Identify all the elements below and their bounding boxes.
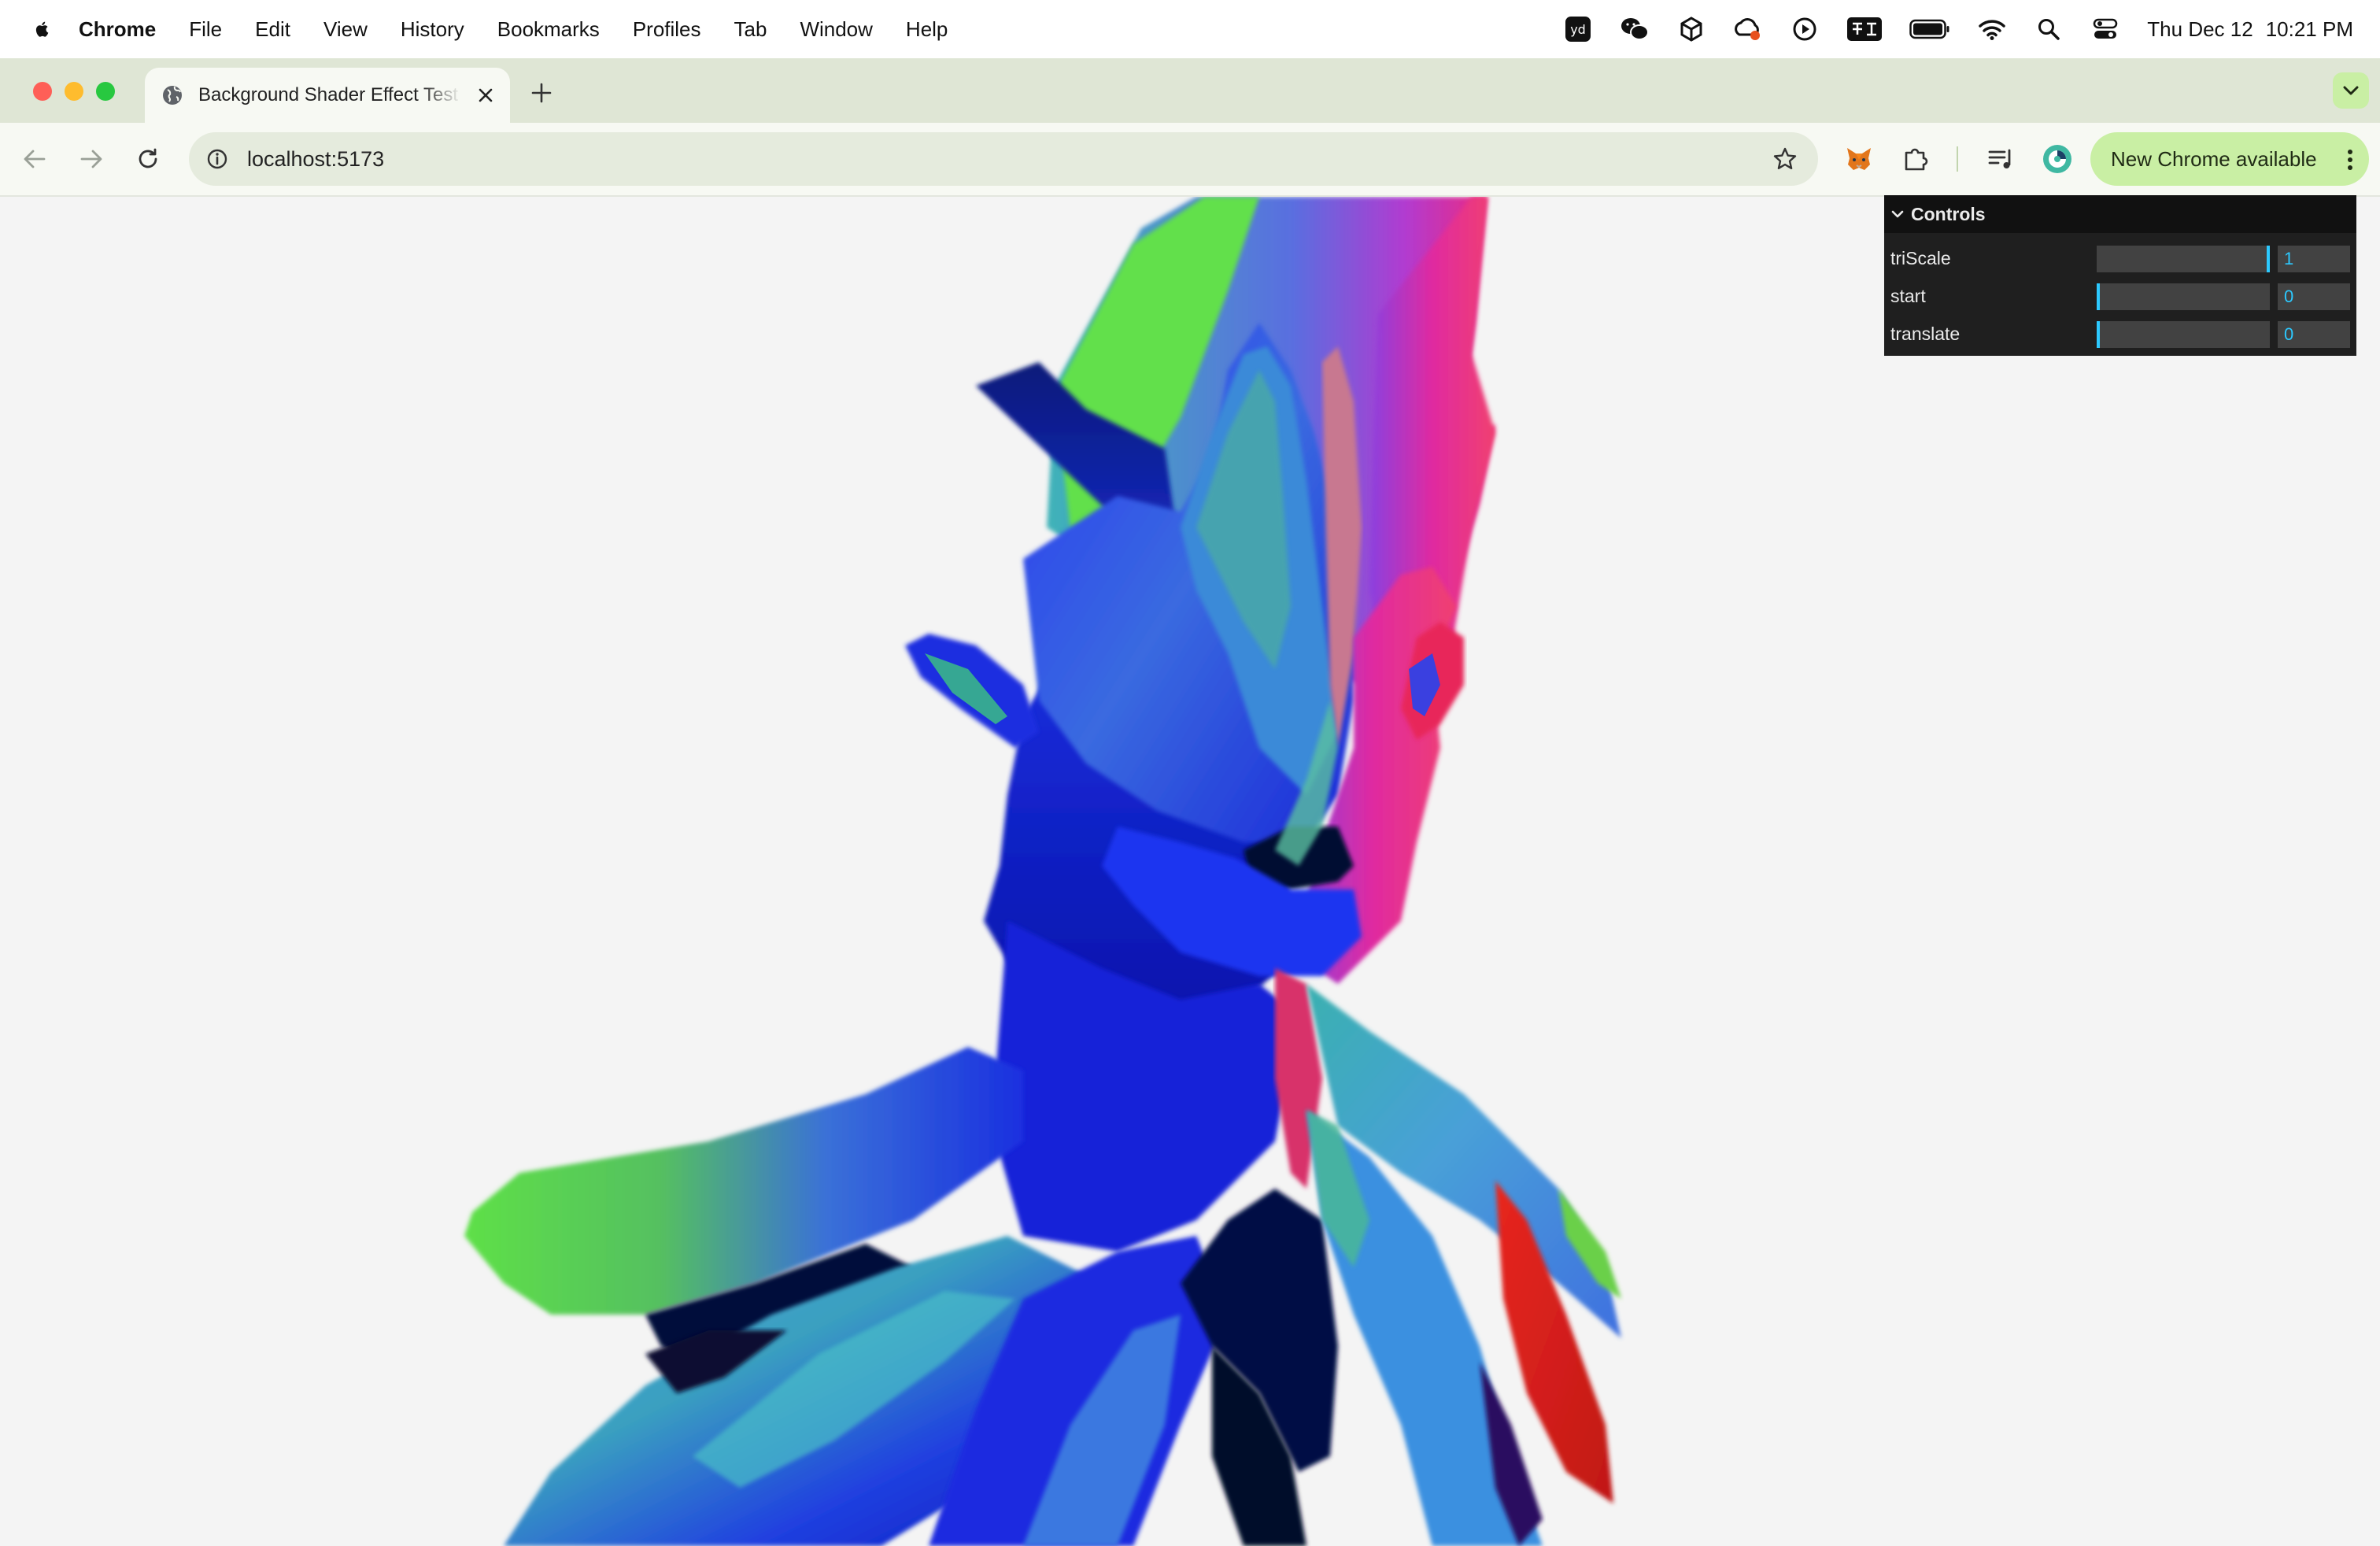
battery-icon[interactable] (1909, 14, 1950, 44)
metamask-fox-icon[interactable] (1843, 143, 1875, 175)
more-vertical-icon (2348, 150, 2352, 170)
menu-bar-clock[interactable]: Thu Dec 12 10:21 PM (2147, 17, 2353, 42)
controls-panel-header[interactable]: Controls (1884, 195, 2356, 233)
toolbar-separator (1957, 146, 1958, 172)
menu-help[interactable]: Help (906, 17, 948, 42)
menu-profiles[interactable]: Profiles (633, 17, 701, 42)
window-close-button[interactable] (33, 82, 52, 101)
reload-button[interactable] (131, 142, 165, 176)
control-label-triscale: triScale (1890, 247, 1951, 268)
update-chip-label: New Chrome available (2111, 146, 2317, 171)
bookmark-star-icon[interactable] (1772, 146, 1798, 172)
window-zoom-button[interactable] (96, 82, 115, 101)
translate-slider[interactable] (2097, 321, 2270, 348)
chevron-down-icon (2343, 86, 2359, 95)
unity-icon[interactable] (1676, 14, 1706, 44)
tab-close-button[interactable] (475, 85, 496, 105)
url-text[interactable]: localhost:5173 (247, 147, 384, 172)
tab-active[interactable]: Background Shader Effect Test (145, 68, 510, 123)
menu-edit[interactable]: Edit (255, 17, 290, 42)
triscale-slider[interactable] (2097, 246, 2270, 272)
spotlight-search-icon[interactable] (2034, 14, 2064, 44)
start-slider-fill (2097, 283, 2100, 310)
forward-button[interactable] (74, 142, 109, 176)
reload-icon (139, 148, 157, 168)
control-row-start: start 0 (1884, 277, 2356, 315)
extensions-puzzle-icon[interactable] (1900, 143, 1931, 175)
address-bar[interactable]: localhost:5173 (189, 132, 1818, 186)
macos-menu-bar: Chrome File Edit View History Bookmarks … (0, 0, 2380, 58)
tab-title: Background Shader Effect Test (198, 84, 458, 105)
arrow-left-icon (24, 150, 46, 168)
menu-window[interactable]: Window (800, 17, 872, 42)
chevron-down-icon (1891, 210, 1904, 218)
svg-text:yd: yd (1570, 22, 1586, 37)
site-info-icon[interactable] (206, 148, 228, 170)
menu-history[interactable]: History (401, 17, 464, 42)
menu-view[interactable]: View (323, 17, 368, 42)
control-center-icon[interactable] (2090, 14, 2120, 44)
browser-toolbar: localhost:5173 New Chrome available (0, 123, 2380, 197)
input-method-icon[interactable] (1846, 14, 1883, 44)
start-number-input[interactable]: 0 (2278, 283, 2350, 310)
plus-icon (531, 83, 552, 103)
wechat-icon[interactable] (1620, 14, 1650, 44)
controls-panel-title: Controls (1911, 203, 1986, 224)
control-row-translate: translate 0 (1884, 315, 2356, 353)
wifi-icon[interactable] (1977, 14, 2007, 44)
window-minimize-button[interactable] (65, 82, 83, 101)
translate-number-input[interactable]: 0 (2278, 321, 2350, 348)
apple-menu-icon[interactable] (33, 20, 52, 39)
triscale-slider-fill (2097, 246, 2270, 272)
new-chrome-available-button[interactable]: New Chrome available (2090, 132, 2369, 186)
clock-time: 10:21 PM (2265, 17, 2353, 41)
shader-canvas[interactable] (0, 197, 2380, 1546)
menu-bookmarks[interactable]: Bookmarks (497, 17, 600, 42)
close-icon (479, 88, 493, 102)
tab-search-button[interactable] (2333, 72, 2369, 109)
youdao-dict-icon[interactable]: yd (1563, 14, 1593, 44)
clock-date: Thu Dec 12 (2147, 17, 2253, 41)
tab-strip: Background Shader Effect Test (0, 58, 2380, 123)
back-button[interactable] (17, 142, 52, 176)
start-slider[interactable] (2097, 283, 2270, 310)
translate-slider-fill (2097, 321, 2100, 348)
new-tab-button[interactable] (527, 79, 556, 107)
menu-app-chrome[interactable]: Chrome (79, 17, 156, 42)
creative-cloud-icon[interactable] (1733, 14, 1763, 44)
reading-list-icon[interactable] (1985, 143, 2016, 175)
menu-tab[interactable]: Tab (734, 17, 767, 42)
menu-bar-tray: yd Thu Dec 12 10:21 PM (1536, 0, 2353, 58)
page-viewport[interactable] (0, 197, 2380, 1546)
triscale-number-input[interactable]: 1 (2278, 246, 2350, 272)
menu-file[interactable]: File (189, 17, 222, 42)
profile-avatar-icon[interactable] (2042, 143, 2073, 175)
control-label-translate: translate (1890, 323, 1961, 344)
controls-panel: Controls triScale 1 start 0 translate 0 (1884, 195, 2356, 356)
play-circle-icon[interactable] (1790, 14, 1820, 44)
control-row-triscale: triScale 1 (1884, 239, 2356, 277)
control-label-start: start (1890, 285, 1926, 306)
arrow-right-icon (80, 150, 102, 168)
globe-icon (163, 86, 182, 105)
